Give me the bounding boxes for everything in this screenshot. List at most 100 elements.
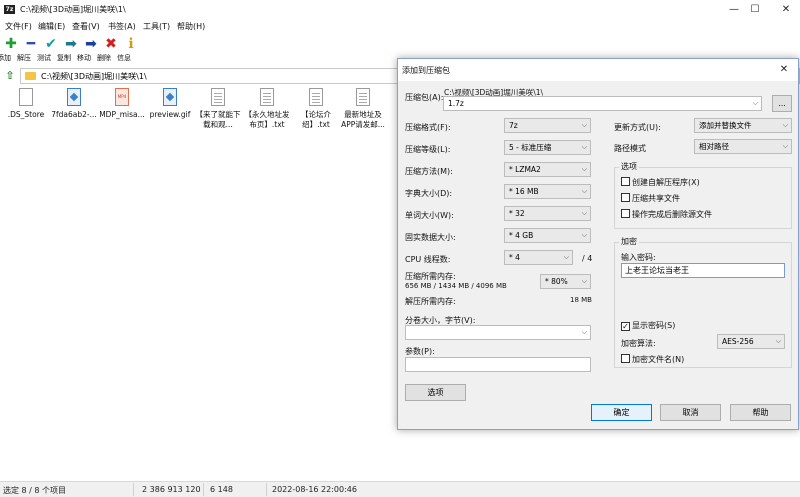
window-titlebar: 7z C:\视频\[3D动画]堀川美咲\1\ — ☐ ✕ xyxy=(0,0,800,20)
delete-button[interactable]: ✖ 删除 xyxy=(97,36,121,62)
path-mode-select[interactable]: 相对路径 ⌵ xyxy=(694,139,792,154)
status-bar: 选定 8 / 8 个项目 2 386 913 120 6 148 2022-08… xyxy=(0,481,800,497)
file-item[interactable]: 最新地址及APP请发邮... xyxy=(339,88,387,130)
dictionary-value: * 16 MB xyxy=(509,187,539,196)
encryption-method-select[interactable]: AES-256 ⌵ xyxy=(717,334,785,349)
dialog-close-icon[interactable]: ✕ xyxy=(776,62,792,78)
copy-button-label: 复制 xyxy=(57,54,71,62)
chevron-down-icon: ⌵ xyxy=(563,253,569,261)
checkbox-box xyxy=(621,354,630,363)
file-item[interactable]: 【永久地址发布页】.txt xyxy=(243,88,291,130)
video-file-icon: MP4 xyxy=(115,88,129,106)
level-label: 压缩等级(L): xyxy=(405,145,451,154)
file-name: preview.gif xyxy=(149,110,191,119)
compress-shared-label: 压缩共享文件 xyxy=(632,194,680,203)
chevron-down-icon: ⌵ xyxy=(581,231,587,239)
compress-memory-label: 压缩所需内存: xyxy=(405,272,456,281)
method-label: 压缩方法(M): xyxy=(405,167,453,176)
checkbox-box xyxy=(621,209,630,218)
info-button-label: 信息 xyxy=(117,54,131,62)
level-value: 5 - 标准压缩 xyxy=(509,143,552,152)
word-size-select[interactable]: * 32 ⌵ xyxy=(504,206,591,221)
update-mode-label: 更新方式(U): xyxy=(614,123,661,132)
menu-help[interactable]: 帮助(H) xyxy=(177,21,205,32)
cpu-threads-max: / 4 xyxy=(582,254,593,263)
file-item[interactable]: MP4 MDP_misa... xyxy=(96,88,148,120)
chevron-down-icon: ⌵ xyxy=(581,277,587,285)
info-button[interactable]: ℹ 信息 xyxy=(117,36,141,62)
parameters-label: 参数(P): xyxy=(405,347,435,356)
file-name: 【永久地址发布页】.txt xyxy=(244,110,290,129)
chevron-down-icon: ⌵ xyxy=(782,142,788,150)
menu-bookmarks[interactable]: 书签(A) xyxy=(108,21,136,32)
close-button[interactable]: ✕ xyxy=(766,0,800,20)
menu-edit[interactable]: 编辑(E) xyxy=(38,21,65,32)
create-sfx-label: 创建自解压程序(X) xyxy=(632,178,700,187)
encryption-method-value: AES-256 xyxy=(722,337,754,346)
method-select[interactable]: * LZMA2 ⌵ xyxy=(504,162,591,177)
memory-usage-select[interactable]: * 80% ⌵ xyxy=(540,274,591,289)
chevron-down-icon: ⌵ xyxy=(782,121,788,129)
menubar: 文件(F) 编辑(E) 查看(V) 书签(A) 工具(T) 帮助(H) xyxy=(0,20,800,34)
add-button[interactable]: ✚ 添加 xyxy=(0,36,21,62)
word-size-label: 单词大小(W): xyxy=(405,211,454,220)
checkbox-box xyxy=(621,177,630,186)
archive-name-combo[interactable]: 1.7z ⌵ xyxy=(443,96,762,111)
delete-button-label: 删除 xyxy=(97,54,111,62)
cancel-button[interactable]: 取消 xyxy=(660,404,721,421)
copy-button[interactable]: ➡ 复制 xyxy=(57,36,81,62)
status-divider xyxy=(266,483,267,496)
extract-button[interactable]: ━ 解压 xyxy=(17,36,41,62)
chevron-down-icon: ⌵ xyxy=(581,209,587,217)
chevron-down-icon: ⌵ xyxy=(581,187,587,195)
file-name: MDP_misa... xyxy=(99,110,145,119)
cpu-threads-select[interactable]: * 4 ⌵ xyxy=(504,250,573,265)
image-file-icon xyxy=(67,88,81,106)
menu-tools[interactable]: 工具(T) xyxy=(143,21,170,32)
options-button[interactable]: 选项 xyxy=(405,384,466,401)
file-item[interactable]: .DS_Store xyxy=(0,88,52,120)
dictionary-select[interactable]: * 16 MB ⌵ xyxy=(504,184,591,199)
encrypt-names-checkbox[interactable]: 加密文件名(N) xyxy=(621,354,684,365)
solid-block-select[interactable]: * 4 GB ⌵ xyxy=(504,228,591,243)
checkbox-box xyxy=(621,193,630,202)
password-input[interactable]: 上老王论坛当老王 xyxy=(621,263,785,278)
menu-file[interactable]: 文件(F) xyxy=(5,21,32,32)
update-mode-select[interactable]: 添加并替换文件 ⌵ xyxy=(694,118,792,133)
word-size-value: * 32 xyxy=(509,209,525,218)
check-icon: ✔ xyxy=(45,36,57,52)
file-item[interactable]: 【来了就能下载和观... xyxy=(194,88,242,130)
file-item[interactable]: 【论坛介绍】.txt xyxy=(292,88,340,130)
dialog-titlebar: 添加到压缩包 ✕ xyxy=(398,59,798,81)
move-arrow-icon: ➡ xyxy=(85,36,97,52)
compress-memory-detail: 656 MB / 1434 MB / 4096 MB xyxy=(405,282,507,290)
move-button[interactable]: ➡ 移动 xyxy=(77,36,101,62)
status-size: 2 386 913 120 xyxy=(142,485,201,494)
solid-block-value: * 4 GB xyxy=(509,231,534,240)
browse-button[interactable]: ... xyxy=(772,95,792,112)
file-item[interactable]: preview.gif xyxy=(144,88,196,120)
folder-icon xyxy=(25,72,36,80)
decompress-memory-value: 18 MB xyxy=(570,296,592,304)
compress-shared-checkbox[interactable]: 压缩共享文件 xyxy=(621,193,680,204)
archive-name-value: 1.7z xyxy=(448,99,464,108)
info-icon: ℹ xyxy=(128,36,134,52)
split-volumes-combo[interactable]: ⌵ xyxy=(405,325,591,340)
parameters-input[interactable] xyxy=(405,357,591,372)
help-button[interactable]: 帮助 xyxy=(730,404,791,421)
address-path: C:\视频\[3D动画]堀川美咲\1\ xyxy=(41,72,147,81)
chevron-down-icon: ⌵ xyxy=(775,337,781,345)
delete-after-checkbox[interactable]: 操作完成后删除源文件 xyxy=(621,209,712,220)
status-divider xyxy=(203,483,204,496)
up-folder-icon[interactable]: ⇧ xyxy=(3,69,17,83)
encrypt-names-label: 加密文件名(N) xyxy=(632,355,685,364)
show-password-checkbox[interactable]: ✓ 显示密码(S) xyxy=(621,320,675,331)
test-button[interactable]: ✔ 测试 xyxy=(37,36,61,62)
create-sfx-checkbox[interactable]: 创建自解压程序(X) xyxy=(621,177,700,188)
format-select[interactable]: 7z ⌵ xyxy=(504,118,591,133)
file-item[interactable]: 7fda6ab2-... xyxy=(48,88,100,120)
ok-button[interactable]: 确定 xyxy=(591,404,652,421)
level-select[interactable]: 5 - 标准压缩 ⌵ xyxy=(504,140,591,155)
menu-view[interactable]: 查看(V) xyxy=(72,21,100,32)
update-mode-value: 添加并替换文件 xyxy=(699,121,752,130)
